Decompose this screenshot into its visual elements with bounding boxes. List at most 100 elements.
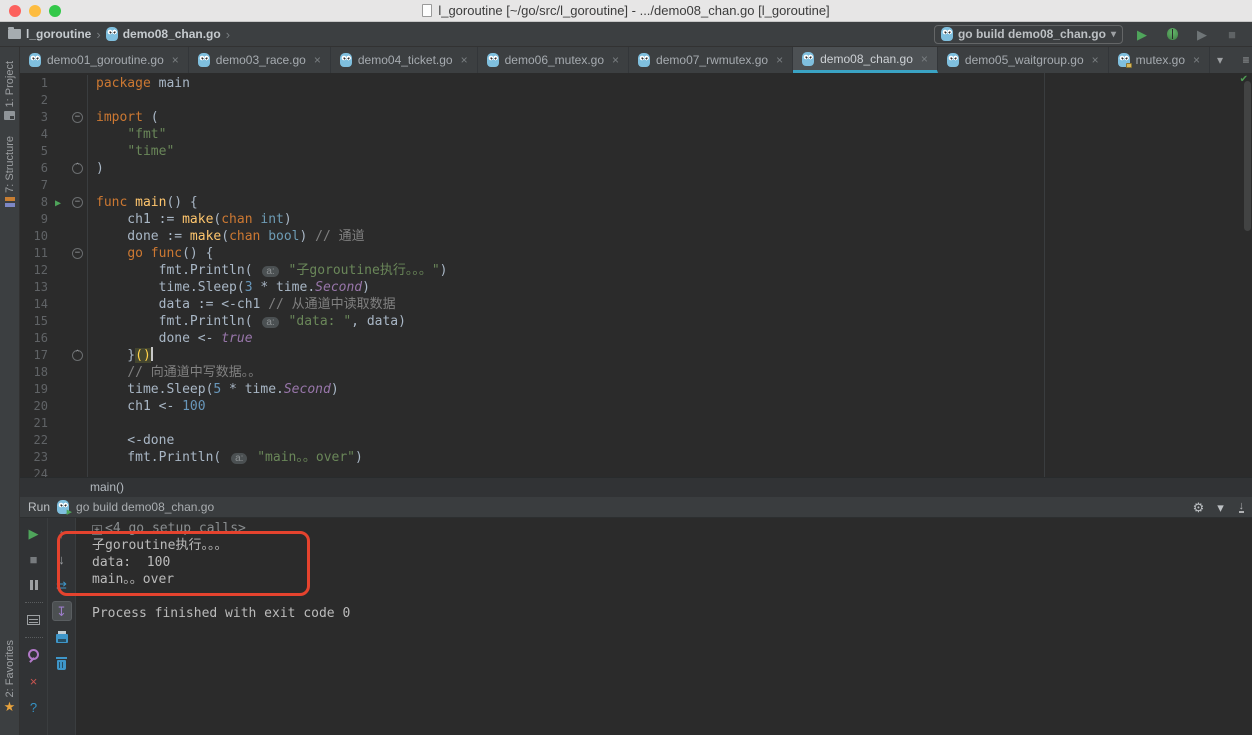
code-text: package main: [88, 75, 190, 92]
tab-close-icon[interactable]: ×: [776, 53, 783, 67]
fold-close-icon[interactable]: ˆ: [72, 350, 83, 361]
go-file-icon: [802, 52, 814, 66]
tabs-list-icon[interactable]: ≡: [1236, 50, 1252, 70]
tab-demo07_rwmutex.go[interactable]: demo07_rwmutex.go×: [629, 47, 793, 73]
clear-all-button[interactable]: [52, 653, 72, 673]
tab-close-icon[interactable]: ×: [612, 53, 619, 67]
console-line: data: 100: [92, 554, 1252, 571]
line-number[interactable]: 9: [20, 211, 50, 228]
window-close-button[interactable]: [9, 5, 21, 17]
tab-mutex.go[interactable]: mutex.go×: [1109, 47, 1210, 73]
fold-toggle-icon[interactable]: +: [92, 525, 102, 535]
console-line: main。。over: [92, 571, 1252, 588]
text-cursor: [151, 347, 153, 361]
line-number[interactable]: 12: [20, 262, 50, 279]
print-button[interactable]: [52, 627, 72, 647]
inspections-ok-icon[interactable]: ✔: [1240, 74, 1248, 85]
tab-demo03_race.go[interactable]: demo03_race.go×: [189, 47, 331, 73]
line-number[interactable]: 13: [20, 279, 50, 296]
line-number[interactable]: 24: [20, 466, 50, 477]
breadcrumb-item[interactable]: l_goroutine: [8, 27, 91, 41]
line-number[interactable]: 11: [20, 245, 50, 262]
soft-wrap-button[interactable]: ⇄: [52, 575, 72, 595]
settings-gear-icon[interactable]: ⚙: [1189, 497, 1209, 517]
window-title: l_goroutine [~/go/src/l_goroutine] - ...…: [438, 3, 829, 18]
code-text: time.Sleep(3 * time.Second): [88, 279, 370, 296]
line-number[interactable]: 14: [20, 296, 50, 313]
line-number[interactable]: 22: [20, 432, 50, 449]
gutter-markers: [50, 466, 88, 477]
debug-button[interactable]: [1162, 24, 1182, 44]
breadcrumb-item[interactable]: demo08_chan.go: [106, 27, 221, 41]
breadcrumb-main[interactable]: main(): [90, 480, 124, 494]
fold-open-icon[interactable]: −: [72, 112, 83, 123]
help-button[interactable]: ?: [24, 697, 44, 717]
line-number[interactable]: 2: [20, 92, 50, 109]
prev-occurrence-button[interactable]: ↑: [52, 523, 72, 543]
line-number[interactable]: 7: [20, 177, 50, 194]
tabs-dropdown-icon[interactable]: ▾: [1210, 50, 1230, 70]
tab-close-icon[interactable]: ×: [1193, 53, 1200, 67]
stop-button[interactable]: ■: [24, 549, 44, 569]
line-number[interactable]: 8: [20, 194, 50, 211]
line-number[interactable]: 6: [20, 160, 50, 177]
tab-close-icon[interactable]: ×: [461, 53, 468, 67]
run-panel-header: Run ▶ go build demo08_chan.go ⚙▾ ↓: [20, 497, 1252, 518]
line-number[interactable]: 1: [20, 75, 50, 92]
tool-window-button-7-structure[interactable]: 7: Structure: [4, 136, 16, 207]
editor[interactable]: 1package main23−import (4 "fmt"5 "time"6…: [20, 73, 1252, 477]
line-number[interactable]: 17: [20, 347, 50, 364]
fold-open-icon[interactable]: −: [72, 248, 83, 259]
pin-tab-button[interactable]: [24, 645, 44, 665]
tool-window-button-1-project[interactable]: 1: Project: [4, 61, 16, 120]
code-text: "time": [88, 143, 174, 160]
pause-output-button[interactable]: [24, 575, 44, 595]
editor-scrollbar[interactable]: [1244, 81, 1251, 231]
tab-demo08_chan.go[interactable]: demo08_chan.go×: [793, 47, 938, 73]
line-number[interactable]: 16: [20, 330, 50, 347]
run-configuration-select[interactable]: go build demo08_chan.go ▾: [934, 25, 1123, 44]
line-number[interactable]: 10: [20, 228, 50, 245]
window-minimize-button[interactable]: [29, 5, 41, 17]
tool-window-button-2-favorites[interactable]: 2: Favorites★: [4, 640, 16, 713]
code-line: 19 time.Sleep(5 * time.Second): [20, 381, 1252, 398]
ide-window: l_goroutine [~/go/src/l_goroutine] - ...…: [0, 0, 1252, 735]
window-zoom-button[interactable]: [49, 5, 61, 17]
line-number[interactable]: 19: [20, 381, 50, 398]
code-text: fmt.Println( a: "data: ", data): [88, 313, 406, 330]
tab-close-icon[interactable]: ×: [172, 53, 179, 67]
run-button[interactable]: ▶: [1132, 24, 1152, 44]
tab-close-icon[interactable]: ×: [921, 52, 928, 66]
tab-demo01_goroutine.go[interactable]: demo01_goroutine.go×: [20, 47, 189, 73]
hide-panel-icon[interactable]: ↓: [1239, 501, 1245, 513]
tab-demo05_waitgroup.go[interactable]: demo05_waitgroup.go×: [938, 47, 1109, 73]
run-console[interactable]: +<4 go setup calls>子goroutine执行。。。data: …: [76, 518, 1252, 735]
code-line: 3−import (: [20, 109, 1252, 126]
line-number[interactable]: 20: [20, 398, 50, 415]
close-button[interactable]: ×: [24, 671, 44, 691]
line-number[interactable]: 15: [20, 313, 50, 330]
run-line-icon[interactable]: ▶: [55, 195, 61, 212]
tab-close-icon[interactable]: ×: [1092, 53, 1099, 67]
next-occurrence-button[interactable]: ↓: [52, 549, 72, 569]
tab-demo04_ticket.go[interactable]: demo04_ticket.go×: [331, 47, 478, 73]
settings-caret-icon[interactable]: ▾: [1211, 497, 1231, 517]
tab-close-icon[interactable]: ×: [314, 53, 321, 67]
fold-open-icon[interactable]: −: [72, 197, 83, 208]
stop-button[interactable]: ■: [1222, 24, 1242, 44]
editor-code: 1package main23−import (4 "fmt"5 "time"6…: [20, 73, 1252, 477]
rerun-button[interactable]: ▶: [24, 523, 44, 543]
line-number[interactable]: 18: [20, 364, 50, 381]
run-with-coverage-button[interactable]: ▶: [1192, 24, 1212, 44]
fold-close-icon[interactable]: ˆ: [72, 163, 83, 174]
line-number[interactable]: 3: [20, 109, 50, 126]
scroll-to-end-button[interactable]: ↧: [52, 601, 72, 621]
line-number[interactable]: 21: [20, 415, 50, 432]
line-number[interactable]: 5: [20, 143, 50, 160]
line-number[interactable]: 23: [20, 449, 50, 466]
run-tab-label[interactable]: Run: [28, 500, 50, 514]
line-number[interactable]: 4: [20, 126, 50, 143]
show-console-button[interactable]: [24, 610, 44, 630]
tab-demo06_mutex.go[interactable]: demo06_mutex.go×: [478, 47, 629, 73]
folder-icon: [8, 29, 21, 39]
